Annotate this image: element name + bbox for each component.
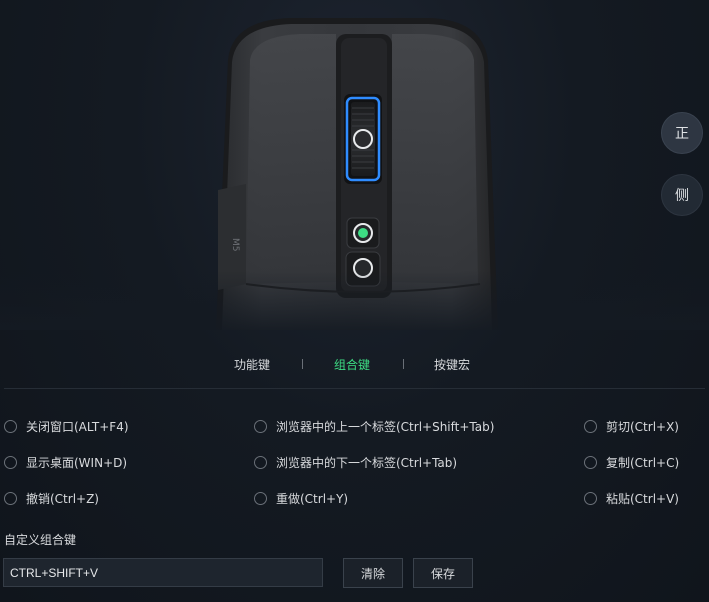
option-label: 撤销(Ctrl+Z) (26, 491, 99, 506)
divider (4, 388, 705, 389)
tab-function-keys[interactable]: 功能键 (234, 356, 270, 373)
radio-button[interactable] (584, 419, 597, 433)
mouse-image: M5 (0, 0, 709, 330)
radio-button[interactable] (584, 491, 597, 505)
tab-macro-keys[interactable]: 按键宏 (434, 356, 470, 373)
mouse-preview: M5 (0, 0, 709, 330)
tab-divider (403, 359, 404, 369)
clear-button[interactable]: 清除 (343, 558, 403, 588)
radio-button[interactable] (4, 491, 17, 505)
option-label: 重做(Ctrl+Y) (276, 491, 349, 506)
radio-button[interactable] (4, 455, 17, 469)
tab-divider (302, 359, 303, 369)
option-label: 显示桌面(WIN+D) (26, 455, 128, 470)
option-label: 剪切(Ctrl+X) (606, 419, 679, 434)
radio-button[interactable] (254, 455, 267, 469)
option-label: 浏览器中的上一个标签(Ctrl+Shift+Tab) (276, 419, 495, 434)
option-close-window[interactable]: 关闭窗口(ALT+F4) (4, 417, 129, 435)
option-undo[interactable]: 撤销(Ctrl+Z) (4, 489, 99, 507)
radio-button[interactable] (254, 419, 267, 433)
option-show-desktop[interactable]: 显示桌面(WIN+D) (4, 453, 127, 471)
custom-combo-input[interactable] (3, 558, 323, 587)
option-prev-browser-tab[interactable]: 浏览器中的上一个标签(Ctrl+Shift+Tab) (254, 417, 494, 435)
radio-button[interactable] (584, 455, 597, 469)
radio-button[interactable] (4, 419, 17, 433)
option-next-browser-tab[interactable]: 浏览器中的下一个标签(Ctrl+Tab) (254, 453, 457, 471)
front-view-button[interactable]: 正 (661, 112, 703, 154)
option-cut[interactable]: 剪切(Ctrl+X) (584, 417, 679, 435)
radio-button[interactable] (254, 491, 267, 505)
option-paste[interactable]: 粘贴(Ctrl+V) (584, 489, 679, 507)
tab-bar: 功能键 组合键 按键宏 (0, 356, 709, 376)
option-label: 浏览器中的下一个标签(Ctrl+Tab) (276, 455, 458, 470)
save-button[interactable]: 保存 (413, 558, 473, 588)
option-label: 关闭窗口(ALT+F4) (26, 419, 129, 434)
side-view-button[interactable]: 侧 (661, 174, 703, 216)
option-redo[interactable]: 重做(Ctrl+Y) (254, 489, 348, 507)
custom-combo-label: 自定义组合键 (4, 533, 77, 547)
option-label: 粘贴(Ctrl+V) (606, 491, 679, 506)
tab-combo-keys[interactable]: 组合键 (334, 356, 370, 373)
option-label: 复制(Ctrl+C) (606, 455, 680, 470)
option-copy[interactable]: 复制(Ctrl+C) (584, 453, 679, 471)
